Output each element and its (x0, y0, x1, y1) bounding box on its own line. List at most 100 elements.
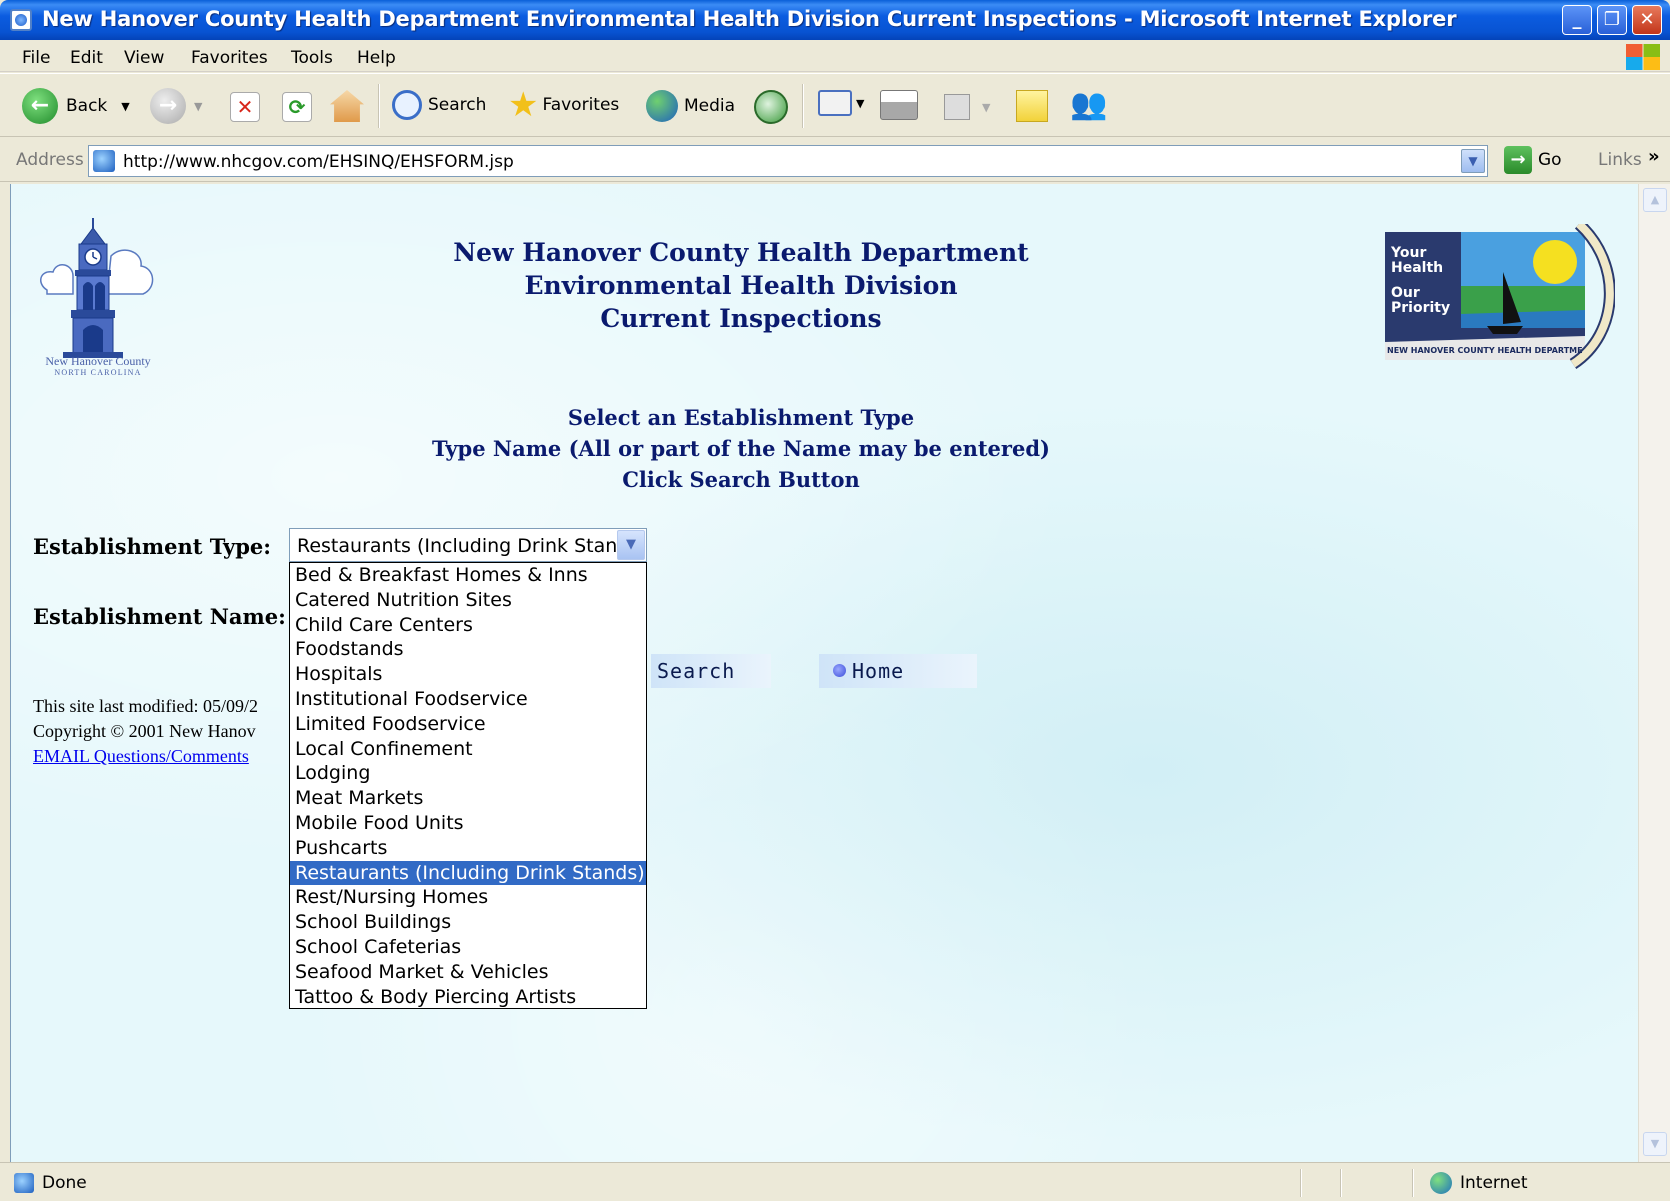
dropdown-option[interactable]: Limited Foodservice (290, 712, 646, 737)
establishment-type-label: Establishment Type: (33, 534, 272, 559)
instruction-line-2: Type Name (All or part of the Name may b… (432, 436, 1050, 461)
menu-tools[interactable]: Tools (291, 48, 333, 68)
address-bar: Address http://www.nhcgov.com/EHSINQ/EHS… (0, 138, 1670, 182)
search-button[interactable]: Search (651, 654, 771, 688)
dropdown-option[interactable]: Foodstands (290, 637, 646, 662)
vertical-scrollbar[interactable]: ▲ ▼ (1638, 184, 1670, 1162)
dropdown-option[interactable]: Rest/Nursing Homes (290, 885, 646, 910)
media-toolbar-button[interactable]: Media (646, 90, 735, 122)
messenger-toolbar-button[interactable]: 👥 (1070, 90, 1107, 120)
ie-page-icon (10, 9, 32, 31)
logo-caption-state: NORTH CAROLINA (54, 368, 142, 377)
links-chevron-icon[interactable]: » (1648, 146, 1660, 167)
history-clock-icon (754, 90, 788, 124)
mail-dropdown-icon: ▼ (856, 96, 865, 110)
favorites-toolbar-button[interactable]: ★ Favorites (508, 88, 620, 122)
media-label: Media (684, 96, 736, 116)
footer: This site last modified: 05/09/2 Copyrig… (33, 694, 258, 769)
status-separator (1340, 1169, 1342, 1197)
windows-flag-icon (1626, 44, 1660, 70)
health-logo-ring-text: NEW HANOVER COUNTY HEALTH DEPARTMENT (1387, 346, 1583, 355)
sticky-note-icon (1016, 90, 1048, 122)
dropdown-option[interactable]: Hospitals (290, 662, 646, 687)
dropdown-option[interactable]: Mobile Food Units (290, 811, 646, 836)
maximize-button[interactable]: ❐ (1597, 5, 1627, 35)
menu-edit[interactable]: Edit (70, 48, 103, 68)
dropdown-option[interactable]: Pushcarts (290, 836, 646, 861)
last-modified-text: This site last modified: 05/09/2 (33, 696, 258, 716)
back-arrow-icon: ← (22, 88, 58, 124)
page-title: New Hanover County Health Department Env… (391, 236, 1091, 335)
home-icon (330, 90, 364, 122)
magnifier-icon (392, 90, 422, 120)
print-toolbar-button[interactable] (880, 90, 918, 120)
instruction-line-3: Click Search Button (622, 467, 860, 492)
toolbar-separator (802, 84, 804, 128)
go-label: Go (1538, 150, 1562, 170)
search-toolbar-button[interactable]: Search (392, 90, 486, 120)
dropdown-option[interactable]: Institutional Foodservice (290, 687, 646, 712)
minimize-button[interactable]: _ (1562, 5, 1592, 35)
refresh-button[interactable]: ⟳ (282, 92, 312, 122)
forward-arrow-icon: → (150, 88, 186, 124)
chevron-down-icon[interactable]: ▼ (617, 530, 645, 560)
back-label: Back (66, 96, 108, 116)
internet-zone-label: Internet (1460, 1173, 1528, 1193)
home-toolbar-button[interactable] (330, 90, 364, 122)
menu-help[interactable]: Help (357, 48, 396, 68)
dropdown-option[interactable]: Bed & Breakfast Homes & Inns (290, 563, 646, 588)
dropdown-option[interactable]: Seafood Market & Vehicles (290, 960, 646, 985)
browser-window: New Hanover County Health Department Env… (0, 0, 1670, 1201)
dropdown-option[interactable]: Child Care Centers (290, 613, 646, 638)
dropdown-option[interactable]: Restaurants (Including Drink Stands) (290, 860, 646, 886)
close-button[interactable]: ✕ (1632, 5, 1662, 35)
stop-icon: ✕ (230, 92, 260, 122)
menu-file[interactable]: File (22, 48, 50, 68)
dropdown-option[interactable]: Local Confinement (290, 737, 646, 762)
menu-view[interactable]: View (124, 48, 164, 68)
status-bar: Done Internet (0, 1162, 1670, 1201)
status-separator (1300, 1169, 1302, 1197)
messenger-icon: 👥 (1070, 87, 1108, 122)
dropdown-option[interactable]: School Cafeterias (290, 935, 646, 960)
notes-toolbar-button[interactable] (1016, 90, 1048, 122)
back-button[interactable]: ← Back ▼ (22, 88, 130, 124)
forward-dropdown-icon: ▼ (194, 99, 203, 113)
logo-caption-name: New Hanover County (45, 354, 151, 368)
address-input[interactable]: http://www.nhcgov.com/EHSINQ/EHSFORM.jsp… (88, 145, 1488, 177)
title-bar: New Hanover County Health Department Env… (0, 0, 1670, 40)
mail-icon (818, 90, 852, 116)
toolbar: ← Back ▼ → ▼ ✕ ⟳ Search ★ Favorites Medi… (0, 73, 1670, 137)
dropdown-option[interactable]: Meat Markets (290, 786, 646, 811)
dropdown-option[interactable]: School Buildings (290, 910, 646, 935)
forward-button[interactable]: → ▼ (150, 88, 202, 124)
dropdown-option[interactable]: Lodging (290, 761, 646, 786)
health-logo-our-priority: Our Priority (1391, 285, 1451, 316)
copyright-text: Copyright © 2001 New Hanov (33, 721, 256, 741)
go-button[interactable]: → Go (1504, 146, 1562, 174)
address-dropdown-icon[interactable]: ▼ (1461, 149, 1485, 173)
home-bullet-icon (833, 664, 846, 677)
go-arrow-icon: → (1504, 146, 1532, 174)
history-toolbar-button[interactable] (754, 90, 788, 124)
edit-page-icon (944, 94, 970, 120)
page-content: New Hanover County NORTH CAROLINA New Ha… (10, 184, 1638, 1162)
stop-button[interactable]: ✕ (230, 92, 260, 122)
favorites-label: Favorites (542, 95, 620, 115)
page-title-line-1: New Hanover County Health Department (453, 238, 1029, 267)
links-label[interactable]: Links (1598, 150, 1642, 170)
internet-zone-globe-icon (1430, 1172, 1452, 1194)
home-button[interactable]: Home (819, 654, 977, 688)
home-button-label: Home (852, 659, 905, 683)
dropdown-option[interactable]: Catered Nutrition Sites (290, 588, 646, 613)
establishment-type-select[interactable]: Restaurants (Including Drink Stands) ▼ (289, 528, 647, 562)
scroll-down-icon[interactable]: ▼ (1643, 1132, 1667, 1156)
scroll-up-icon[interactable]: ▲ (1643, 188, 1667, 212)
email-link[interactable]: EMAIL Questions/Comments (33, 746, 249, 766)
edit-toolbar-button[interactable]: ▼ (944, 94, 990, 120)
dropdown-option[interactable]: Tattoo & Body Piercing Artists (290, 985, 646, 1010)
menu-favorites[interactable]: Favorites (191, 48, 268, 68)
refresh-icon: ⟳ (282, 92, 312, 122)
back-dropdown-icon: ▼ (121, 99, 130, 113)
mail-toolbar-button[interactable]: ▼ (818, 90, 864, 116)
